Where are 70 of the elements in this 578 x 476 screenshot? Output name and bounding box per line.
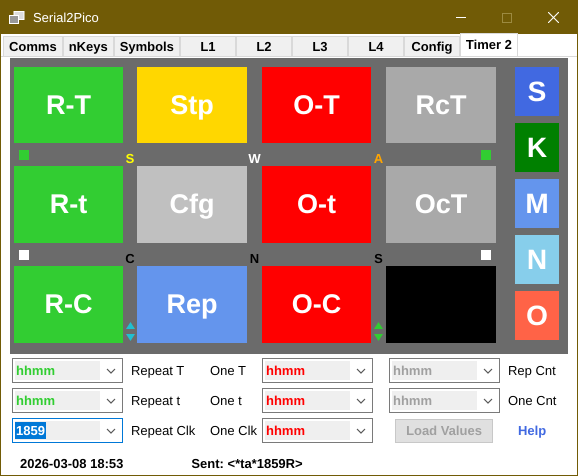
sent-message: Sent: <*ta*1859R> xyxy=(191,455,303,473)
tab[interactable]: Config xyxy=(404,36,460,56)
tab[interactable]: Comms xyxy=(3,36,63,56)
tab[interactable]: L2 xyxy=(236,36,292,56)
dropdown-value: hhmm xyxy=(15,392,56,409)
tab[interactable]: L4 xyxy=(348,36,404,56)
app-icon xyxy=(9,10,25,24)
tab[interactable]: nKeys xyxy=(62,36,114,56)
status-letter: A xyxy=(374,152,384,165)
dropdown-field[interactable]: hhmm xyxy=(262,358,373,383)
dropdown-caret-icon xyxy=(483,398,493,404)
help-link[interactable]: Help xyxy=(518,422,546,438)
dropdown-value: hhmm xyxy=(265,422,306,439)
date-time: 2026-03-08 18:53 xyxy=(20,455,124,473)
tab[interactable]: L1 xyxy=(180,36,236,56)
field-label: One Cnt xyxy=(507,392,558,410)
field-label: One T xyxy=(209,362,247,380)
dropdown-value: hhmm xyxy=(15,362,56,379)
side-button[interactable]: M xyxy=(515,179,559,228)
tile-button[interactable] xyxy=(386,266,496,343)
dropdown-field[interactable]: hhmm xyxy=(262,418,373,443)
tile-button[interactable]: O-C xyxy=(262,266,371,343)
dropdown-value: hhmm xyxy=(265,362,306,379)
side-button[interactable]: O xyxy=(515,291,559,340)
dropdown-value: hhmm xyxy=(265,392,306,409)
status-letter: C xyxy=(125,252,135,265)
field-label: One Clk xyxy=(209,422,258,440)
tile-button[interactable]: OcT xyxy=(386,166,496,243)
dropdown-caret-icon xyxy=(356,368,366,374)
tile-button[interactable]: RcT xyxy=(386,67,496,143)
tile-button[interactable]: O-t xyxy=(262,166,371,243)
dropdown-value: 1859 xyxy=(15,422,46,439)
side-button[interactable]: S xyxy=(515,67,559,116)
field-label: Rep Cnt xyxy=(507,362,557,380)
tab[interactable]: Timer 2 xyxy=(460,33,518,56)
tab[interactable]: L3 xyxy=(292,36,348,56)
tile-button[interactable]: O-T xyxy=(262,67,371,143)
side-button[interactable]: K xyxy=(515,123,559,172)
dropdown-caret-icon xyxy=(106,428,116,434)
dropdown-value: hhmm xyxy=(392,362,433,379)
tile-button[interactable]: R-T xyxy=(14,67,123,143)
spinner-arrows-icon[interactable] xyxy=(126,322,134,341)
tile-button[interactable]: Rep xyxy=(137,266,247,343)
dropdown-caret-icon xyxy=(356,428,366,434)
status-letter: S xyxy=(374,252,383,265)
dropdown-field[interactable]: hhmm xyxy=(389,358,500,383)
spinner-arrows-icon[interactable] xyxy=(374,322,383,341)
dropdown-caret-icon xyxy=(106,398,116,404)
dropdown-field[interactable]: hhmm xyxy=(389,388,500,413)
field-label: Repeat Clk xyxy=(130,422,196,440)
status-letter: W xyxy=(248,152,261,165)
tile-button[interactable]: Cfg xyxy=(137,166,247,243)
dropdown-value: hhmm xyxy=(392,392,433,409)
field-label: Repeat T xyxy=(130,362,186,380)
dropdown-field[interactable]: 1859 xyxy=(12,418,123,443)
status-letter: N xyxy=(250,252,260,265)
dropdown-field[interactable]: hhmm xyxy=(262,388,373,413)
dropdown-caret-icon xyxy=(356,398,366,404)
dropdown-field[interactable]: hhmm xyxy=(12,388,123,413)
dropdown-caret-icon xyxy=(106,368,116,374)
field-label: One t xyxy=(209,392,243,410)
tile-button[interactable]: R-t xyxy=(14,166,123,243)
window-title: Serial2Pico xyxy=(33,8,99,27)
dropdown-caret-icon xyxy=(483,368,493,374)
close-icon[interactable] xyxy=(548,12,559,23)
tab[interactable]: Symbols xyxy=(114,36,180,56)
status-letter: S xyxy=(126,152,134,165)
field-label: Repeat t xyxy=(130,392,182,410)
dropdown-field[interactable]: hhmm xyxy=(12,358,123,383)
tile-button[interactable]: R-C xyxy=(14,266,123,343)
